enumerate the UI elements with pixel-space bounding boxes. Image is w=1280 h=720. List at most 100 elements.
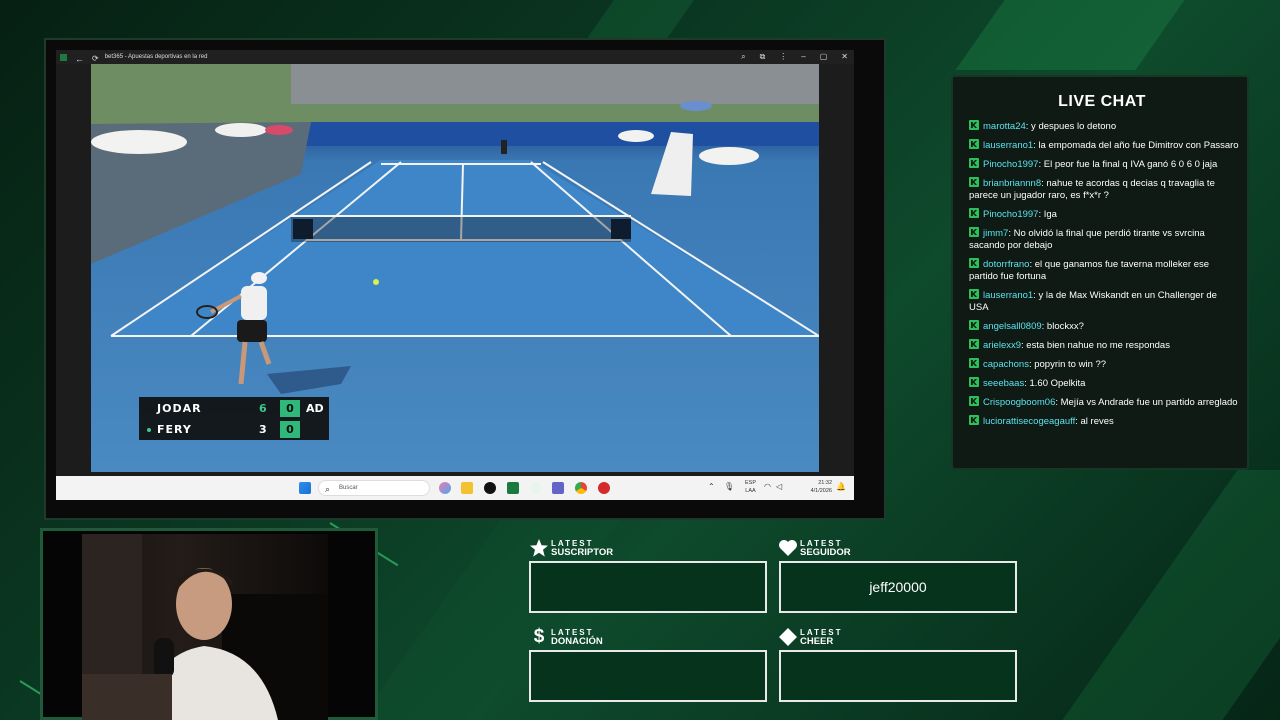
chat-username[interactable]: luciorattisecogeagauff [983, 416, 1075, 427]
bet365-app-icon[interactable] [507, 482, 519, 494]
microphone-icon[interactable]: 🎙 [724, 482, 734, 491]
chat-message: lauserrano1: y la de Max Wiskandt en un … [969, 289, 1239, 314]
back-arrow-icon[interactable]: ← [75, 54, 84, 64]
kick-badge-icon [969, 377, 979, 387]
player2-set: 3 [259, 423, 267, 436]
chrome-icon[interactable] [575, 482, 587, 494]
tray-chevron-icon[interactable]: ⌃ [708, 482, 715, 491]
latest-subscriber-header: LATEST SUSCRIPTOR [529, 538, 613, 558]
chat-username[interactable]: capachons [983, 359, 1029, 370]
kick-badge-icon [969, 177, 979, 187]
streamer-silhouette [82, 534, 328, 720]
chat-text: : y despues lo detono [1025, 121, 1117, 132]
umbrella [215, 123, 267, 137]
chat-username[interactable]: lauserrano1 [983, 140, 1033, 151]
scoreboard: JODAR 6 0 AD FERY 3 0 [139, 397, 329, 440]
chat-message: seeebaas: 1.60 Opelkita [969, 377, 1239, 390]
player2-game: 0 [280, 421, 300, 438]
alert-big-label: SUSCRIPTOR [551, 547, 614, 558]
wifi-icon[interactable]: ◠ [764, 482, 771, 491]
player1-game: 0 [280, 400, 300, 417]
search-icon: ⌕ [325, 484, 331, 494]
kick-badge-icon [969, 320, 979, 330]
teams-icon[interactable] [552, 482, 564, 494]
atp-net-post [611, 219, 631, 239]
umbrella [699, 147, 759, 165]
language-indicator[interactable]: ESP LAA [745, 479, 756, 495]
chat-message: lauserrano1: la empomada del año fue Dim… [969, 139, 1239, 152]
chat-username[interactable]: jimm7 [983, 228, 1008, 239]
extensions-icon[interactable]: ⧉ [760, 52, 766, 62]
volume-icon[interactable]: ◁ [776, 482, 782, 491]
chat-username[interactable]: marotta24 [983, 121, 1026, 132]
chat-username[interactable]: dotorrfrano [983, 259, 1029, 270]
atp-net-post [293, 219, 313, 239]
player1-name: JODAR [157, 402, 202, 415]
umbrella [618, 130, 654, 142]
close-button[interactable]: ✕ [841, 52, 848, 62]
live-chat-panel: LIVE CHAT marotta24: y despues lo detono… [951, 75, 1249, 470]
chat-username[interactable]: Pinocho1997 [983, 209, 1038, 220]
chat-text: : popyrin to win ?? [1028, 359, 1107, 370]
chat-username[interactable]: seeebaas [983, 378, 1024, 389]
chat-title: LIVE CHAT [1058, 93, 1146, 110]
latest-follower-box: jeff20000 [779, 561, 1017, 613]
browser-window: ← ⟳ bet365 - Apuestas deportivas en la r… [56, 50, 854, 500]
chat-message: Crispoogboom06: Mejía vs Andrade fue un … [969, 396, 1239, 409]
chat-text: : la empomada del año fue Dimitrov con P… [1033, 140, 1239, 151]
window-title: bet365 - Apuestas deportivas en la red [104, 54, 208, 60]
chat-text: : Mejía vs Andrade fue un partido arregl… [1055, 397, 1238, 408]
keyboard-layout: LAA [745, 488, 756, 494]
umbrella [265, 125, 293, 135]
taskbar-clock[interactable]: 21:32 4/1/2026 [811, 479, 832, 495]
chat-username[interactable]: Pinocho1997 [983, 159, 1038, 170]
player1-point: AD [306, 402, 324, 415]
scoreboard-row-player1: JODAR 6 0 AD [139, 398, 329, 419]
browser-titlebar: ← ⟳ bet365 - Apuestas deportivas en la r… [56, 50, 854, 64]
alert-big-label: CHEER [800, 636, 834, 647]
taskbar-search-placeholder: Buscar [339, 485, 358, 491]
chat-message: Pinocho1997: El peor fue la final q IVA … [969, 158, 1239, 171]
latest-follower-header: LATEST SEGUIDOR [778, 538, 851, 558]
chat-message: arielexx9: esta bien nahue no me respond… [969, 339, 1239, 352]
kick-badge-icon [969, 358, 979, 368]
reload-icon[interactable]: ⟳ [92, 54, 99, 63]
alert-big-label: DONACIÓN [551, 636, 603, 647]
chat-username[interactable]: brianbriannn8 [983, 178, 1041, 189]
player1-set: 6 [259, 402, 267, 415]
taskbar-search-input[interactable]: ⌕ Buscar [318, 480, 430, 496]
chat-username[interactable]: Crispoogboom06 [983, 397, 1055, 408]
file-explorer-icon[interactable] [461, 482, 473, 494]
chat-message: marotta24: y despues lo detono [969, 120, 1239, 133]
kick-badge-icon [969, 289, 979, 299]
kick-badge-icon [969, 158, 979, 168]
whatsapp-icon[interactable] [530, 482, 542, 494]
copilot-icon[interactable] [439, 482, 451, 494]
more-menu-icon[interactable]: ⋮ [779, 52, 787, 62]
chat-text: : blockxx? [1041, 321, 1084, 332]
umbrella [680, 101, 712, 111]
minimize-button[interactable]: – [801, 52, 805, 62]
chat-message: brianbriannn8: nahue te acordas q decias… [969, 177, 1239, 202]
net [291, 216, 631, 242]
sponsor-wall [301, 122, 819, 146]
kick-badge-icon [969, 139, 979, 149]
windows-start-icon[interactable] [299, 482, 311, 494]
tennis-video-stream[interactable]: JODAR 6 0 AD FERY 3 0 [91, 64, 819, 472]
maximize-button[interactable]: ▢ [820, 52, 828, 62]
diamond-icon [779, 628, 797, 646]
kick-badge-icon [969, 396, 979, 406]
player2-name: FERY [157, 423, 192, 436]
chat-username[interactable]: arielexx9 [983, 340, 1021, 351]
kick-badge-icon [969, 227, 979, 237]
tiktok-icon[interactable] [484, 482, 496, 494]
chat-message: dotorrfrano: el que ganamos fue taverna … [969, 258, 1239, 283]
search-icon[interactable]: ⌕ [741, 52, 745, 62]
chat-username[interactable]: angelsall0809 [983, 321, 1042, 332]
streaming-app-icon[interactable] [598, 482, 610, 494]
background-stripe [1062, 470, 1280, 720]
notification-bell-icon[interactable]: 🔔 [836, 482, 846, 491]
latest-subscriber-box [529, 561, 767, 613]
chat-username[interactable]: lauserrano1 [983, 290, 1033, 301]
latest-follower-value: jeff20000 [869, 579, 927, 595]
